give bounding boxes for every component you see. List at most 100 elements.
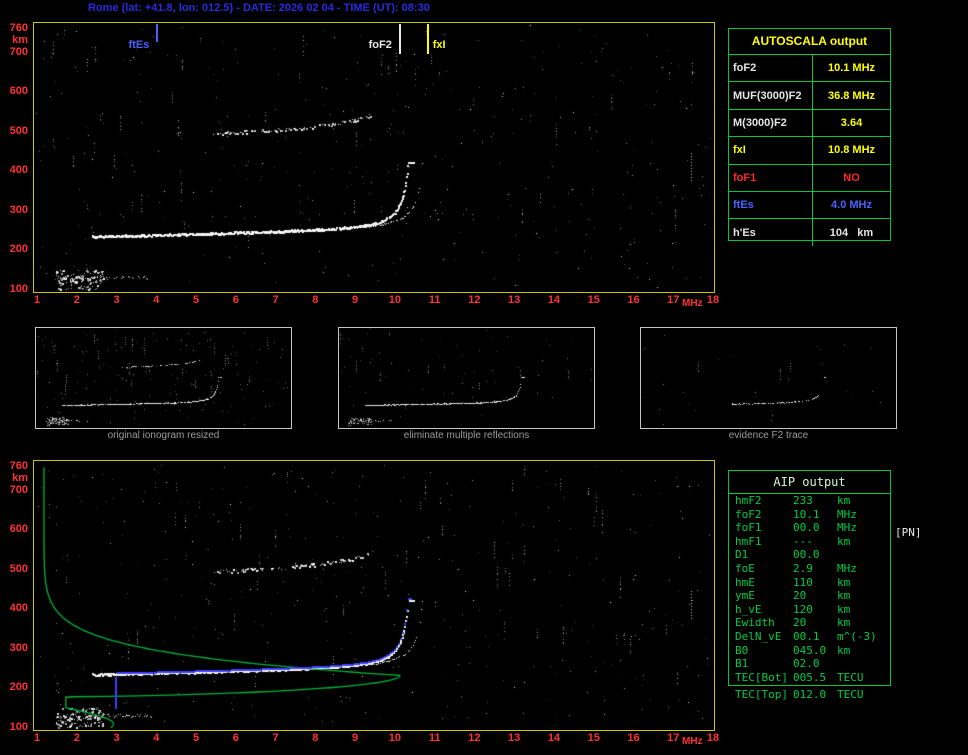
x-axis-tick: 10 <box>384 732 406 745</box>
aip-foF1-note: [PN] <box>895 526 922 539</box>
autoscala-table-row: h'Es 104 km <box>729 218 890 245</box>
aip-row-value: 20 <box>793 589 837 603</box>
aip-row-value: 110 <box>793 576 837 590</box>
aip-row-unit: km <box>837 589 890 603</box>
y-axis-tick: 600 <box>2 522 28 536</box>
aip-row-value: 02.0 <box>793 657 837 671</box>
marker-fof2-label: foF2 <box>352 39 392 51</box>
thumbnail-clean-canvas <box>339 328 594 428</box>
x-axis-tick: 15 <box>583 294 605 307</box>
y-axis-tick: 500 <box>2 562 28 576</box>
x-axis-tick: 3 <box>106 732 128 745</box>
y-axis-tick: 100 <box>2 720 28 734</box>
aip-row-unit: km <box>837 603 890 617</box>
aip-table-row: TEC[Bot] 005.5 TECU <box>729 671 890 685</box>
x-axis-tick: 7 <box>265 732 287 745</box>
y-axis-tick: 200 <box>2 242 28 256</box>
aip-table-row: ymE 20 km <box>729 589 890 603</box>
aip-row-value: 10.1 <box>793 508 837 522</box>
x-axis-tick: 15 <box>583 732 605 745</box>
aip-table-row: B0 045.0 km <box>729 644 890 658</box>
aip-row-name: Ewidth <box>729 616 793 630</box>
x-axis-tick: 9 <box>344 294 366 307</box>
aip-row-unit: km <box>837 576 890 590</box>
aip-row-unit: km <box>837 644 890 658</box>
ionogram-top-plot: ftEsfoF2fxI <box>33 22 715 293</box>
x-axis-tick: 8 <box>304 294 326 307</box>
x-axis-unit: MHz <box>682 736 703 747</box>
autoscala-table-title: AUTOSCALA output <box>729 29 890 55</box>
x-axis-tick: 2 <box>66 732 88 745</box>
aip-row-value: 012.0 <box>793 688 837 702</box>
autoscala-row-value: 10.8 MHz <box>813 144 890 156</box>
aip-table-row: hmF1 --- km <box>729 535 890 549</box>
aip-row-name: hmE <box>729 576 793 590</box>
aip-table-title: AIP output <box>729 471 890 494</box>
aip-row-value: 00.1 <box>793 630 837 644</box>
x-axis-tick: 14 <box>543 732 565 745</box>
autoscala-table-row: foF1 NO <box>729 164 890 191</box>
autoscala-row-label: foF1 <box>729 165 813 191</box>
thumbnail-caption: original ionogram resized <box>35 430 292 441</box>
aip-row-unit: km <box>837 494 890 508</box>
autoscala-row-value: 4.0 MHz <box>813 199 890 211</box>
x-axis-tick: 12 <box>463 294 485 307</box>
x-axis-tick: 6 <box>225 732 247 745</box>
ionogram-top-canvas <box>34 23 714 292</box>
autoscala-table-row: M(3000)F2 3.64 <box>729 109 890 136</box>
autoscala-row-value: NO <box>813 172 890 184</box>
aip-row-unit: TECU <box>837 671 890 685</box>
x-axis-tick: 18 <box>702 732 724 745</box>
x-axis-tick: 8 <box>304 732 326 745</box>
aip-row-name: TEC[Top] <box>729 688 793 702</box>
thumbnail-f2 <box>640 327 897 429</box>
aip-table-row: foE 2.9 MHz <box>729 562 890 576</box>
thumbnail-caption: evidence F2 trace <box>640 430 897 441</box>
aip-table-row: foF1 00.0 MHz <box>729 521 890 535</box>
autoscala-row-value: 36.8 MHz <box>813 90 890 102</box>
y-axis-tick: 700 <box>2 483 28 497</box>
aip-row-unit: MHz <box>837 508 890 522</box>
aip-row-name: D1 <box>729 548 793 562</box>
aip-row-name: B1 <box>729 657 793 671</box>
x-axis-tick: 3 <box>106 294 128 307</box>
x-axis-tick: 13 <box>503 732 525 745</box>
aip-row-value: 233 <box>793 494 837 508</box>
x-axis-tick: 13 <box>503 294 525 307</box>
aip-table-row: D1 00.0 <box>729 548 890 562</box>
x-axis-tick: 9 <box>344 732 366 745</box>
aip-row-unit: MHz <box>837 521 890 535</box>
x-axis-tick: 6 <box>225 294 247 307</box>
x-axis-unit: MHz <box>682 298 703 309</box>
autoscala-table-rows: foF2 10.1 MHz MUF(3000)F2 36.8 MHz M(300… <box>729 55 890 246</box>
aip-output-table: AIP output hmF2 233 km foF2 10.1 MHz foF… <box>728 470 891 686</box>
autoscala-row-value: 104 km <box>813 227 890 239</box>
autoscala-row-label: MUF(3000)F2 <box>729 82 813 108</box>
aip-table-row: hmE 110 km <box>729 576 890 590</box>
x-axis-tick: 11 <box>424 294 446 307</box>
marker-ftes-label: ftEs <box>109 39 149 51</box>
aip-row-name: DelN_vE <box>729 630 793 644</box>
station-header: Rome (lat: +41.8, lon: 012.5) - DATE: 20… <box>88 2 430 14</box>
thumbnail-caption: eliminate multiple reflections <box>338 430 595 441</box>
x-axis-tick: 1 <box>26 732 48 745</box>
y-axis-tick: 300 <box>2 203 28 217</box>
x-axis-tick: 16 <box>622 732 644 745</box>
x-axis-tick: 5 <box>185 732 207 745</box>
autoscala-app: { "header": { "title": "Rome (lat: +41.8… <box>0 0 968 755</box>
aip-row-unit: m^(-3) <box>837 630 890 644</box>
aip-table-row: foF2 10.1 MHz <box>729 508 890 522</box>
aip-row-unit: km <box>837 535 890 549</box>
y-axis-tick: 700 <box>2 45 28 59</box>
autoscala-row-label: fxI <box>729 137 813 163</box>
x-axis-tick: 5 <box>185 294 207 307</box>
thumbnail-full <box>35 327 292 429</box>
x-axis-tick: 11 <box>424 732 446 745</box>
autoscala-row-label: ftEs <box>729 192 813 218</box>
y-axis-tick: 600 <box>2 84 28 98</box>
aip-row-name: foE <box>729 562 793 576</box>
aip-row-name: ymE <box>729 589 793 603</box>
x-axis-tick: 16 <box>622 294 644 307</box>
aip-tec-top-row: TEC[Top] 012.0 TECU <box>729 688 891 702</box>
autoscala-table-row: MUF(3000)F2 36.8 MHz <box>729 81 890 108</box>
